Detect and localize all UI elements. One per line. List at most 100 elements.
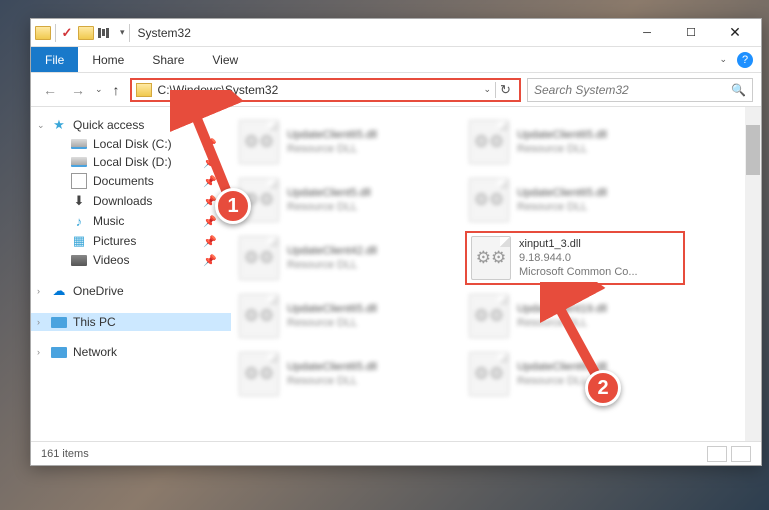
address-folder-icon <box>136 83 152 97</box>
ribbon-expand-icon[interactable]: ⌄ <box>719 54 727 65</box>
file-type: Resource DLL <box>517 200 607 214</box>
sidebar-this-pc[interactable]: ›This PC <box>31 313 231 331</box>
file-type: Resource DLL <box>287 374 377 388</box>
file-type: Resource DLL <box>517 142 607 156</box>
back-button[interactable]: ← <box>39 82 61 98</box>
minimize-button[interactable]: ─ <box>625 19 669 47</box>
sidebar-item-label: Local Disk (C:) <box>93 137 172 151</box>
refresh-button[interactable]: ↻ <box>495 82 515 98</box>
sidebar-item-label: Downloads <box>93 194 152 208</box>
file-name: UpdateClient5.dll <box>287 186 371 200</box>
dll-icon: ⚙⚙ <box>469 178 509 222</box>
file-item[interactable]: ⚙⚙ UpdateClient65.dllResource DLL <box>235 347 455 401</box>
file-item[interactable]: ⚙⚙UpdateClient42.dllResource DLL <box>235 231 455 285</box>
address-path[interactable]: C:\Windows\System32 <box>158 83 480 97</box>
file-item[interactable]: ⚙⚙UpdateClient65.dllResource DLL <box>465 347 685 401</box>
qat-folder-icon[interactable] <box>35 26 51 40</box>
search-icon[interactable]: 🔍 <box>731 83 746 97</box>
icons-view-button[interactable] <box>731 446 751 462</box>
file-name: UpdateClient65.dll <box>517 186 607 200</box>
dll-icon: ⚙⚙ <box>471 236 511 280</box>
sidebar-item-label: Documents <box>93 174 154 188</box>
explorer-window: ✓ ▾ System32 ─ ☐ ✕ File Home Share View … <box>30 18 762 466</box>
search-input[interactable] <box>534 83 731 97</box>
titlebar: ✓ ▾ System32 ─ ☐ ✕ <box>31 19 761 47</box>
sidebar-item-label: Pictures <box>93 234 136 248</box>
tab-view[interactable]: View <box>198 47 252 72</box>
file-item[interactable]: ⚙⚙ UpdateClient65.dllResource DLL <box>235 115 455 169</box>
sidebar-drive-d[interactable]: Local Disk (D:) 📌 <box>31 153 231 171</box>
tab-file[interactable]: File <box>31 47 78 72</box>
nav-pane: ⌄★Quick access Local Disk (C:) 📌 Local Di… <box>31 107 231 441</box>
qat-view-icon[interactable] <box>98 26 116 40</box>
pin-icon: 📌 <box>203 175 225 188</box>
sidebar-item-label: OneDrive <box>73 284 124 298</box>
scrollbar[interactable] <box>745 107 761 441</box>
status-bar: 161 items <box>31 441 761 465</box>
qat-properties-icon[interactable]: ✓ <box>60 26 74 40</box>
search-box[interactable]: 🔍 <box>527 78 753 102</box>
close-button[interactable]: ✕ <box>713 19 757 47</box>
annotation-callout-1: 1 <box>215 188 251 224</box>
help-icon[interactable]: ? <box>737 52 753 68</box>
dll-icon: ⚙⚙ <box>469 294 509 338</box>
sidebar-downloads[interactable]: ⬇Downloads📌 <box>31 191 231 211</box>
file-name: UpdateClient65.dll <box>517 128 607 142</box>
dll-icon: ⚙⚙ <box>239 352 279 396</box>
pin-icon: 📌 <box>203 138 225 151</box>
file-name: UpdateClient65.dll <box>287 360 377 374</box>
sidebar-documents[interactable]: Documents 📌 <box>31 171 231 191</box>
annotation-callout-2: 2 <box>585 370 621 406</box>
file-list[interactable]: ⚙⚙UpdateClient65.dllResource DLL⚙⚙Update… <box>231 107 761 441</box>
file-item[interactable]: ⚙⚙xinput1_3.dll9.18.944.0Microsoft Commo… <box>465 231 685 285</box>
details-view-button[interactable] <box>707 446 727 462</box>
up-button[interactable]: ↑ <box>109 82 124 98</box>
file-name: UpdateClient19.dll <box>517 302 607 316</box>
dll-icon: ⚙⚙ <box>239 294 279 338</box>
address-dropdown-icon[interactable]: ⌄ <box>479 84 495 95</box>
sidebar-item-label: Quick access <box>73 118 144 132</box>
file-desc: Microsoft Common Co... <box>519 265 638 279</box>
file-item[interactable]: ⚙⚙ UpdateClient19.dllResource DLL <box>465 289 685 343</box>
maximize-button[interactable]: ☐ <box>669 19 713 47</box>
file-type: Resource DLL <box>287 316 377 330</box>
sidebar-item-label: Music <box>93 214 124 228</box>
file-type: Resource DLL <box>287 142 377 156</box>
file-item[interactable]: ⚙⚙ UpdateClient65.dllResource DLL <box>235 289 455 343</box>
file-name: UpdateClient65.dll <box>287 128 377 142</box>
sidebar-quick-access[interactable]: ⌄★Quick access <box>31 115 231 135</box>
sidebar-network[interactable]: ›Network <box>31 343 231 361</box>
dll-icon: ⚙⚙ <box>469 120 509 164</box>
sidebar-item-label: Videos <box>93 253 129 267</box>
sidebar-item-label: Local Disk (D:) <box>93 155 172 169</box>
qat-dropdown-icon[interactable]: ▾ <box>120 27 125 38</box>
file-item[interactable]: ⚙⚙ UpdateClient65.dllResource DLL <box>465 173 685 227</box>
sidebar-drive-c[interactable]: Local Disk (C:) 📌 <box>31 135 231 153</box>
sidebar-item-label: Network <box>73 345 117 359</box>
nav-toolbar: ← → ⌄ ↑ C:\Windows\System32 ⌄ ↻ 🔍 <box>31 73 761 107</box>
sidebar-videos[interactable]: Videos📌 <box>31 251 231 269</box>
sidebar-pictures[interactable]: ▦Pictures📌 <box>31 231 231 251</box>
ribbon-tabs: File Home Share View ⌄ ? <box>31 47 761 73</box>
address-bar[interactable]: C:\Windows\System32 ⌄ ↻ <box>130 78 521 102</box>
dll-icon: ⚙⚙ <box>469 352 509 396</box>
file-type: Resource DLL <box>517 316 607 330</box>
sidebar-item-label: This PC <box>73 315 116 329</box>
sidebar-music[interactable]: ♪Music📌 <box>31 211 231 231</box>
sidebar-onedrive[interactable]: ›☁OneDrive <box>31 281 231 301</box>
history-dropdown-icon[interactable]: ⌄ <box>95 84 103 95</box>
dll-icon: ⚙⚙ <box>239 120 279 164</box>
file-name: xinput1_3.dll <box>519 237 638 251</box>
tab-home[interactable]: Home <box>78 47 138 72</box>
dll-icon: ⚙⚙ <box>239 236 279 280</box>
pin-icon: 📌 <box>203 156 225 169</box>
qat-newfolder-icon[interactable] <box>78 26 94 40</box>
forward-button[interactable]: → <box>67 82 89 98</box>
file-item[interactable]: ⚙⚙ UpdateClient65.dllResource DLL <box>465 115 685 169</box>
file-item[interactable]: ⚙⚙UpdateClient5.dllResource DLL <box>235 173 455 227</box>
item-count: 161 items <box>41 448 89 460</box>
tab-share[interactable]: Share <box>138 47 198 72</box>
scrollbar-thumb[interactable] <box>746 125 760 175</box>
file-type: Resource DLL <box>287 258 377 272</box>
file-name: UpdateClient65.dll <box>287 302 377 316</box>
